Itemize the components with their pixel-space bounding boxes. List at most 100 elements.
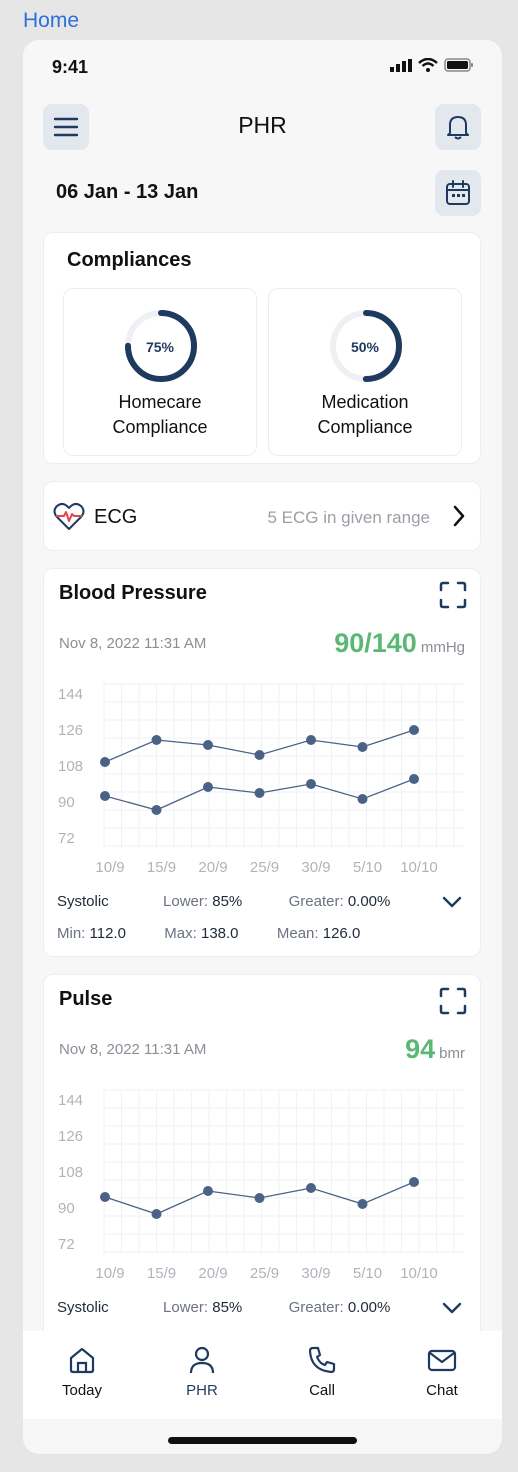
heart-pulse-icon: [53, 502, 85, 530]
bp-greater-label: Greater:: [288, 893, 344, 910]
y-tick-label: 144: [58, 1092, 83, 1109]
y-tick-label: 126: [58, 1128, 83, 1145]
bp-mean-label: Mean:: [276, 925, 319, 942]
data-point[interactable]: [357, 794, 368, 804]
home-indicator: [168, 1437, 357, 1444]
x-tick-label: 10/9: [95, 1265, 124, 1282]
status-icons: [390, 58, 474, 72]
notifications-button[interactable]: [435, 104, 481, 150]
data-point[interactable]: [203, 782, 213, 792]
pulse-title: Pulse: [59, 988, 113, 1010]
homecare-compliance-tile[interactable]: 75% Homecare Compliance: [63, 288, 257, 456]
data-point[interactable]: [100, 791, 110, 801]
calendar-icon: [446, 180, 470, 205]
tab-call[interactable]: Call: [282, 1345, 362, 1399]
blood-pressure-value: 90/140: [334, 628, 417, 658]
bp-min-value: 112.0: [89, 925, 126, 942]
data-point[interactable]: [409, 725, 419, 735]
bp-min-label: Min:: [57, 925, 86, 942]
home-icon: [69, 1347, 95, 1374]
tab-call-label: Call: [309, 1382, 335, 1399]
blood-pressure-unit: mmHg: [420, 639, 465, 656]
y-tick-label: 108: [58, 758, 83, 775]
bp-greater-value: 0.00%: [347, 893, 391, 910]
user-icon: [189, 1346, 215, 1374]
pulse-lower-label: Lower:: [163, 1299, 209, 1316]
chevron-right-icon: [453, 505, 465, 527]
data-point[interactable]: [254, 750, 265, 760]
data-point[interactable]: [306, 1183, 316, 1193]
medication-compliance-percent: 50%: [350, 339, 380, 355]
data-point[interactable]: [203, 1186, 213, 1196]
x-tick-label: 15/9: [147, 859, 176, 876]
y-tick-label: 72: [58, 1236, 75, 1253]
pulse-reading: 94 bmr: [405, 1034, 465, 1065]
bp-lower-value: 85%: [212, 893, 243, 910]
battery-icon: [444, 58, 473, 72]
chart-grid: [103, 683, 464, 848]
y-tick-label: 144: [58, 686, 83, 703]
pulse-greater-value: 0.00%: [347, 1299, 391, 1316]
x-tick-label: 10/10: [400, 859, 438, 876]
data-point[interactable]: [151, 1209, 162, 1219]
tab-phr[interactable]: PHR: [162, 1345, 242, 1399]
data-point[interactable]: [203, 740, 213, 750]
ecg-label: ECG: [94, 506, 138, 528]
data-point[interactable]: [151, 805, 162, 815]
tab-chat[interactable]: Chat: [402, 1345, 482, 1399]
page-title: PHR: [238, 112, 287, 138]
wifi-icon: [418, 58, 438, 72]
homecare-label-line2: Compliance: [112, 417, 208, 437]
homecare-compliance-percent: 75%: [145, 339, 175, 355]
tab-today[interactable]: Today: [42, 1345, 122, 1399]
phone-icon: [308, 1346, 336, 1374]
data-point[interactable]: [100, 1192, 110, 1202]
pulse-unit: bmr: [439, 1045, 465, 1062]
medication-label-line1: Medication: [321, 392, 409, 412]
bp-kind: Systolic: [57, 893, 109, 910]
data-point[interactable]: [306, 735, 316, 745]
mail-icon: [427, 1349, 457, 1372]
data-point[interactable]: [254, 1193, 265, 1203]
expand-icon[interactable]: [439, 581, 467, 609]
data-point[interactable]: [357, 1199, 368, 1209]
medication-compliance-tile[interactable]: 50% Medication Compliance: [268, 288, 462, 456]
ecg-row[interactable]: ECG 5 ECG in given range: [43, 481, 481, 551]
data-point[interactable]: [409, 774, 419, 784]
bp-max-value: 138.0: [200, 925, 239, 942]
expand-icon[interactable]: [439, 987, 467, 1015]
x-tick-label: 5/10: [353, 1265, 382, 1282]
x-tick-label: 10/9: [95, 859, 124, 876]
data-point[interactable]: [254, 788, 265, 798]
homecare-label-line1: Homecare: [118, 392, 202, 412]
y-tick-label: 90: [58, 794, 75, 811]
calendar-button[interactable]: [435, 170, 481, 216]
bottom-tab-bar: Today PHR Call Chat: [23, 1331, 502, 1419]
pulse-date: Nov 8, 2022 11:31 AM: [59, 1041, 207, 1058]
bell-icon: [447, 116, 469, 140]
chevron-down-icon[interactable]: [442, 1302, 462, 1314]
blood-pressure-stats-row-2: Min: 112.0 Max: 138.0 Mean: 126.0: [57, 925, 360, 942]
data-point[interactable]: [100, 757, 110, 767]
pulse-chart: 144 126 108 90 72 10/9 15/9 20/9 25/9 30/9 5/10 10/…: [58, 1089, 464, 1282]
home-back-link[interactable]: Home: [23, 9, 79, 33]
x-tick-label: 25/9: [250, 859, 279, 876]
pulse-lower-value: 85%: [212, 1299, 243, 1316]
medication-compliance-label: Medication Compliance: [269, 390, 461, 440]
blood-pressure-reading: 90/140 mmHg: [334, 628, 465, 659]
data-point[interactable]: [409, 1177, 419, 1187]
blood-pressure-date: Nov 8, 2022 11:31 AM: [59, 635, 207, 652]
chevron-down-icon[interactable]: [442, 896, 462, 908]
signal-icon: [390, 58, 412, 72]
blood-pressure-card: Blood Pressure Nov 8, 2022 11:31 AM 90/1…: [43, 568, 481, 957]
medication-label-line2: Compliance: [317, 417, 413, 437]
y-tick-label: 126: [58, 722, 83, 739]
blood-pressure-stats-row-1: Systolic Lower: 85% Greater: 0.00%: [57, 893, 390, 910]
blood-pressure-title: Blood Pressure: [59, 582, 207, 604]
x-tick-label: 5/10: [353, 859, 382, 876]
data-point[interactable]: [151, 735, 162, 745]
y-tick-label: 72: [58, 830, 75, 847]
data-point[interactable]: [306, 779, 316, 789]
data-point[interactable]: [357, 742, 368, 752]
homecare-compliance-label: Homecare Compliance: [64, 390, 256, 440]
